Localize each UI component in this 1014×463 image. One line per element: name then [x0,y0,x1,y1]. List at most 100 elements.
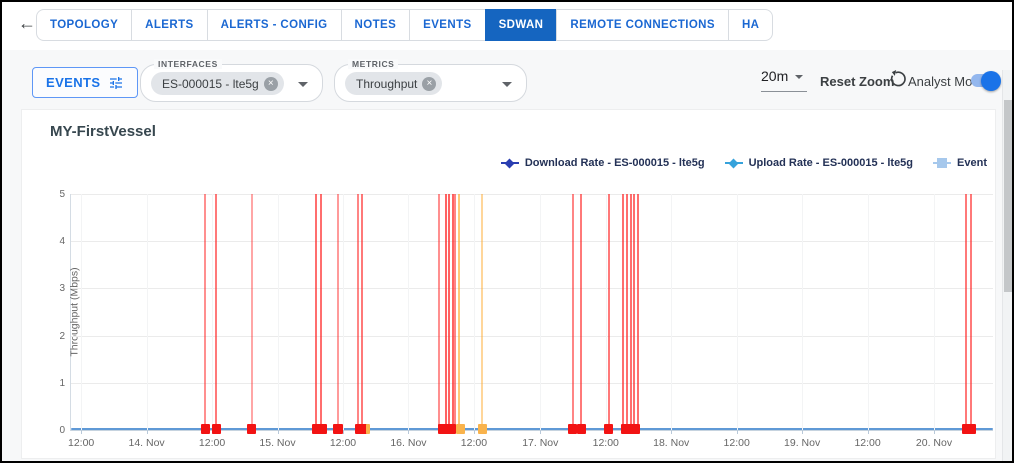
event-plot-line [361,194,363,430]
event-marker [962,424,976,434]
event-marker [577,424,586,434]
x-gridline [343,194,344,430]
tab-events[interactable]: EVENTS [409,9,485,41]
x-tick-label: 12:00 [724,437,750,449]
square-marker-icon [933,158,951,168]
event-marker [568,424,577,434]
x-gridline [147,194,148,430]
x-tick-label: 12:00 [199,437,225,449]
y-gridline [71,241,993,242]
event-marker [366,424,370,434]
time-range-select[interactable]: 20m [761,68,807,92]
tab-ha[interactable]: HA [728,9,773,41]
chart-plot-area[interactable]: Throughput (Mbps) 54321012:0014. Nov12:0… [70,194,993,431]
y-gridline [71,383,993,384]
scrollbar-thumb[interactable] [1004,100,1012,292]
event-plot-line [608,194,610,430]
y-tick-label: 1 [47,378,65,389]
y-tick-label: 5 [47,189,65,200]
sdwan-dashboard-window: ← TOPOLOGYALERTSALERTS - CONFIGNOTESEVEN… [0,0,1014,463]
event-plot-line [251,194,253,430]
tab-topology[interactable]: TOPOLOGY [36,9,132,41]
chart-card: MY-FirstVessel Download Rate - ES-000015… [22,110,995,458]
event-plot-line [204,194,206,430]
legend-label: Upload Rate - ES-000015 - lte5g [749,157,913,169]
back-arrow-icon[interactable]: ← [18,14,36,32]
tab-alerts-config[interactable]: ALERTS - CONFIG [207,9,342,41]
event-marker [201,424,210,434]
tab-group: TOPOLOGYALERTSALERTS - CONFIGNOTESEVENTS… [36,9,773,41]
event-plot-line [357,194,359,430]
x-gridline [540,194,541,430]
x-tick-label: 15. Nov [259,437,295,449]
metrics-label: METRICS [348,59,398,69]
time-range-value: 20m [761,68,788,84]
x-tick-mark [343,430,344,434]
event-plot-line [320,194,322,430]
x-gridline [737,194,738,430]
chevron-down-icon[interactable] [502,82,512,87]
tab-notes[interactable]: NOTES [341,9,411,41]
x-tick-mark [147,430,148,434]
x-tick-mark [868,430,869,434]
x-gridline [934,194,935,430]
chip-remove-icon[interactable]: × [422,77,436,91]
y-tick-label: 4 [47,236,65,247]
x-tick-label: 12:00 [330,437,356,449]
x-tick-label: 12:00 [854,437,880,449]
y-tick-label: 3 [47,283,65,294]
tab-alerts[interactable]: ALERTS [131,9,207,41]
tab-sdwan[interactable]: SDWAN [485,9,558,41]
x-tick-mark [737,430,738,434]
x-tick-label: 12:00 [68,437,94,449]
x-gridline [474,194,475,430]
x-tick-label: 17. Nov [522,437,558,449]
tune-icon [108,75,124,91]
tab-bar: ← TOPOLOGYALERTSALERTS - CONFIGNOTESEVEN… [2,2,1012,50]
interfaces-select[interactable]: INTERFACES ES-000015 - lte5g × [140,64,323,102]
event-plot-line [637,194,639,430]
toggle-knob [981,71,1001,91]
tab-remote-connections[interactable]: REMOTE CONNECTIONS [556,9,729,41]
event-plot-line [448,194,450,430]
legend-item-download[interactable]: Download Rate - ES-000015 - lte5g [501,157,705,169]
event-marker [333,424,343,434]
event-marker [312,424,327,434]
y-gridline [71,194,993,195]
x-tick-label: 20. Nov [916,437,952,449]
event-plot-line [622,194,624,430]
x-tick-mark [474,430,475,434]
x-tick-mark [540,430,541,434]
event-marker [604,424,613,434]
legend-item-event[interactable]: Event [933,157,987,169]
x-tick-mark [408,430,409,434]
metric-chip-label: Throughput [356,77,417,91]
chevron-down-icon[interactable] [298,82,308,87]
chart-title: MY-FirstVessel [50,123,156,140]
event-plot-line [445,194,447,430]
legend-item-upload[interactable]: Upload Rate - ES-000015 - lte5g [725,157,913,169]
x-gridline [802,194,803,430]
x-tick-label: 12:00 [461,437,487,449]
event-plot-line [337,194,339,430]
y-gridline [71,336,993,337]
event-plot-line [452,194,454,430]
vertical-scrollbar[interactable] [1002,70,1012,461]
event-plot-line [454,194,456,430]
analyst-mode-toggle[interactable] [971,74,998,87]
events-filter-button[interactable]: EVENTS [32,67,138,98]
chip-remove-icon[interactable]: × [264,77,278,91]
event-plot-line [630,194,632,430]
metric-chip[interactable]: Throughput × [345,72,442,95]
metrics-select[interactable]: METRICS Throughput × [334,64,527,102]
x-tick-label: 14. Nov [129,437,165,449]
chart-legend: Download Rate - ES-000015 - lte5g Upload … [501,157,987,169]
rotate-left-icon[interactable] [888,69,908,89]
y-tick-label: 2 [47,331,65,342]
x-gridline [408,194,409,430]
interface-chip-label: ES-000015 - lte5g [162,77,259,91]
reset-zoom-button[interactable]: Reset Zoom [820,74,894,89]
event-plot-line [572,194,574,430]
y-tick-label: 0 [47,425,65,436]
interface-chip[interactable]: ES-000015 - lte5g × [151,72,284,95]
